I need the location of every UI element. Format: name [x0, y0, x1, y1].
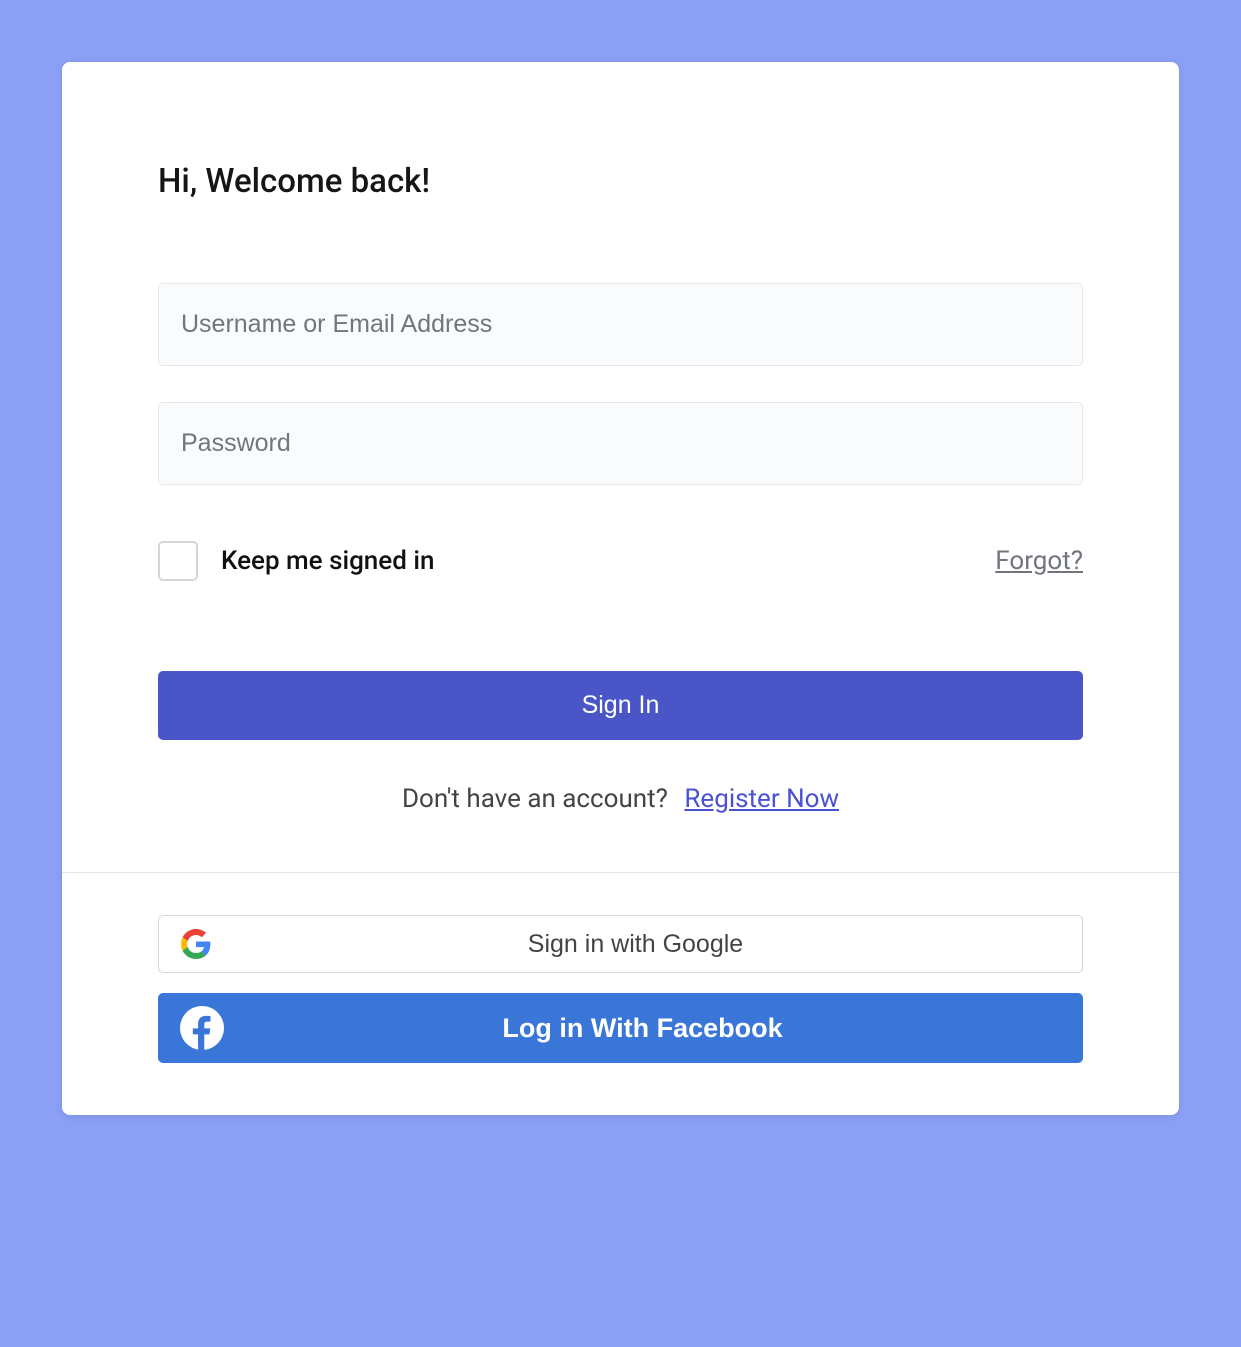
signup-prompt: Don't have an account? [402, 784, 668, 814]
signin-button[interactable]: Sign In [158, 671, 1083, 740]
login-heading: Hi, Welcome back! [158, 162, 1083, 201]
login-card: Hi, Welcome back! Keep me signed in Forg… [62, 62, 1179, 1115]
username-field[interactable] [158, 283, 1083, 366]
google-icon [181, 929, 211, 959]
signup-row: Don't have an account? Register Now [158, 784, 1083, 814]
forgot-link[interactable]: Forgot? [995, 546, 1083, 576]
social-login-footer: Sign in with Google Log in With Facebook [62, 872, 1179, 1115]
facebook-login-label: Log in With Facebook [224, 1013, 1061, 1044]
password-field[interactable] [158, 402, 1083, 485]
keep-signed-label[interactable]: Keep me signed in [221, 546, 434, 576]
register-link[interactable]: Register Now [684, 784, 839, 814]
google-signin-button[interactable]: Sign in with Google [158, 915, 1083, 973]
keep-signed-checkbox[interactable] [158, 541, 198, 581]
facebook-login-button[interactable]: Log in With Facebook [158, 993, 1083, 1063]
facebook-icon [180, 1006, 224, 1050]
login-card-body: Hi, Welcome back! Keep me signed in Forg… [62, 62, 1179, 872]
google-signin-label: Sign in with Google [211, 930, 1060, 959]
keep-signed-wrap: Keep me signed in [158, 541, 434, 581]
options-row: Keep me signed in Forgot? [158, 541, 1083, 581]
